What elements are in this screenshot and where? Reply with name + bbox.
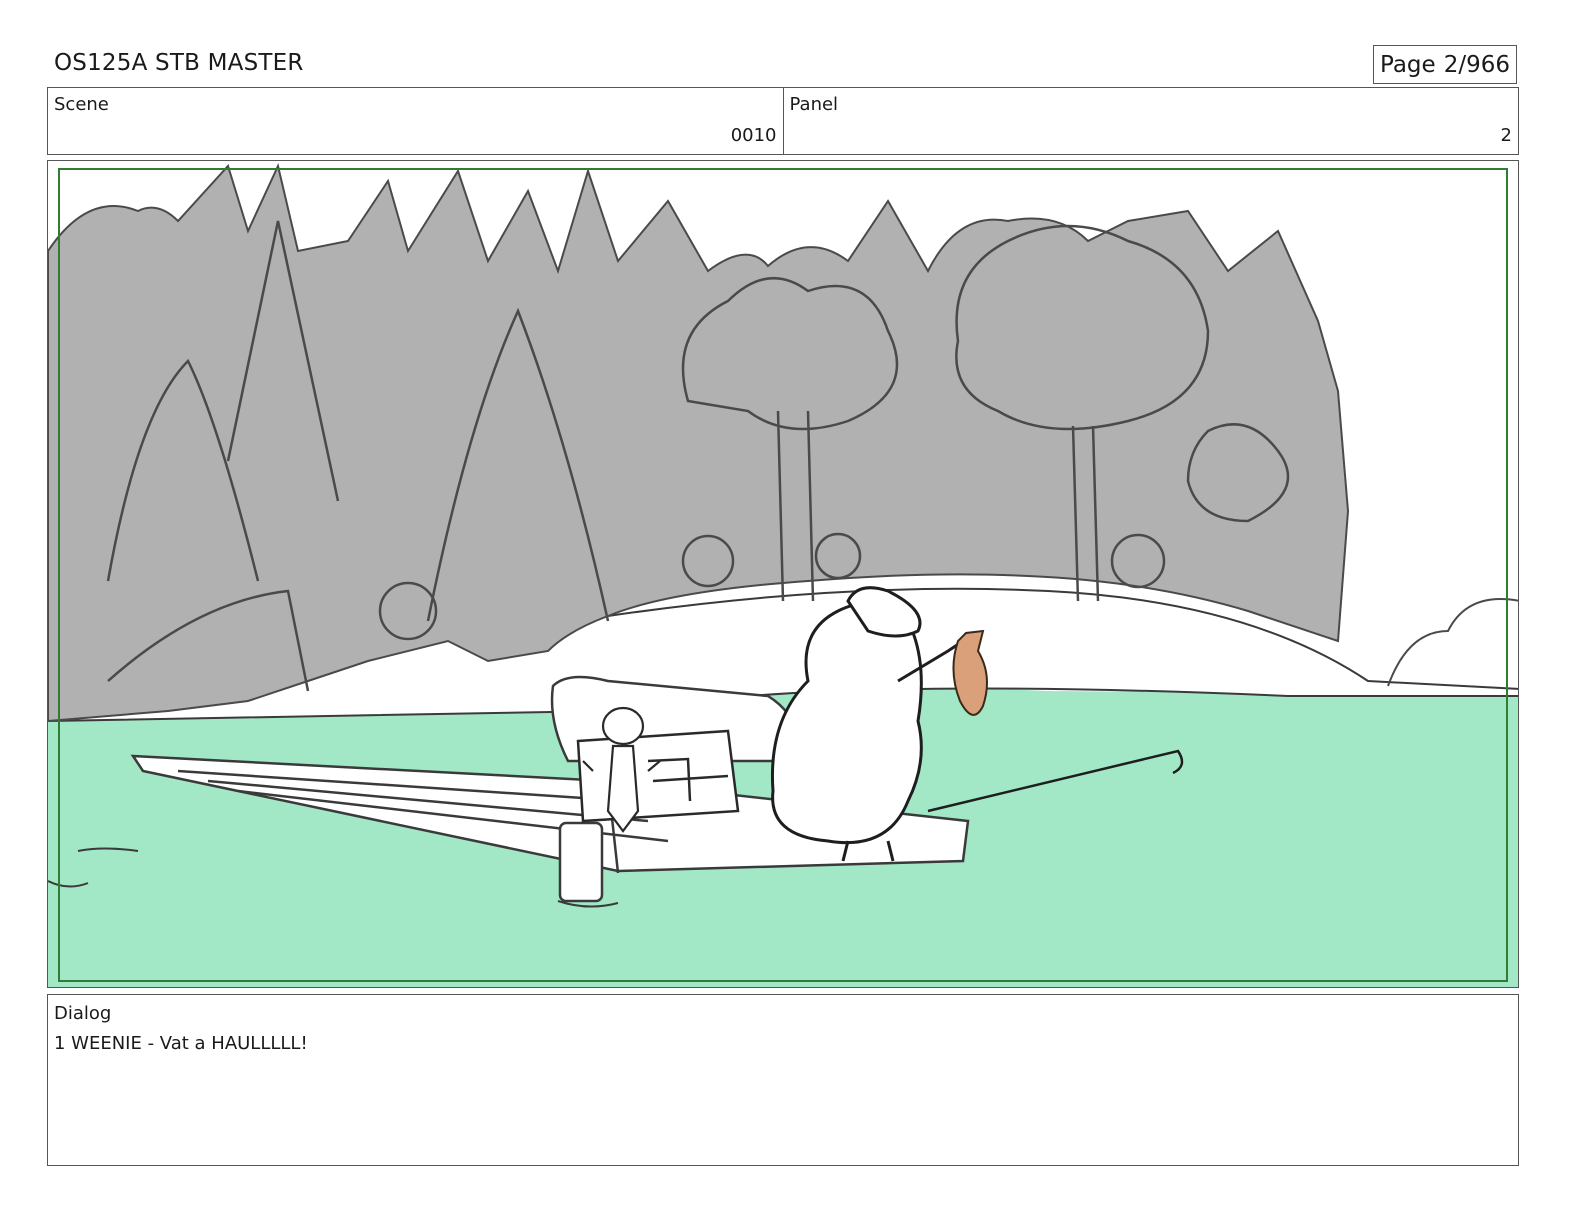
page-number: 2/966 xyxy=(1443,51,1510,78)
dialog-label: Dialog xyxy=(54,1003,112,1024)
panel-label: Panel xyxy=(789,94,839,115)
cooler-box xyxy=(576,729,740,823)
dialog-line: 1 WEENIE - Vat a HAULLLLL! xyxy=(54,1033,308,1054)
storyboard-panel-image xyxy=(47,160,1519,988)
page-label: Page xyxy=(1380,51,1436,78)
storyboard-sketch xyxy=(48,162,1518,987)
panel-number: 2 xyxy=(1500,125,1512,146)
panel-cell: Panel 2 xyxy=(782,88,1519,154)
page-indicator: Page 2/966 xyxy=(1373,45,1517,84)
scene-panel-info-row: Scene 0010 Panel 2 xyxy=(47,87,1519,155)
scene-label: Scene xyxy=(54,94,109,115)
document-title: OS125A STB MASTER xyxy=(54,50,304,76)
dialog-box: Dialog 1 WEENIE - Vat a HAULLLLL! xyxy=(47,994,1519,1166)
scene-cell: Scene 0010 xyxy=(48,88,783,154)
scene-number: 0010 xyxy=(730,125,777,146)
